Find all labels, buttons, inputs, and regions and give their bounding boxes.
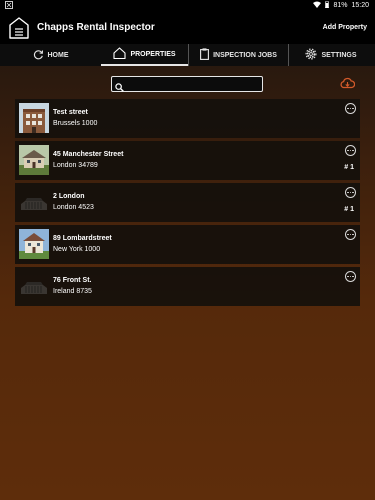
property-city: London 34789 bbox=[53, 162, 98, 169]
more-options-icon[interactable] bbox=[345, 145, 356, 156]
property-city: New York 1000 bbox=[53, 246, 101, 253]
battery-icon bbox=[325, 1, 330, 10]
tab-label: HOME bbox=[47, 51, 69, 59]
clock: 15:20 bbox=[351, 2, 369, 9]
property-row[interactable]: 76 Front St. Ireland 8735 bbox=[15, 267, 360, 306]
more-options-icon[interactable] bbox=[345, 103, 356, 114]
property-row[interactable]: 45 Manchester Street London 34789 # 1 bbox=[15, 141, 360, 180]
property-street: 45 Manchester Street bbox=[53, 151, 124, 158]
battery-percent: 81% bbox=[333, 2, 348, 9]
more-options-icon[interactable] bbox=[345, 271, 356, 282]
property-row[interactable]: 2 London London 4523 # 1 bbox=[15, 183, 360, 222]
property-thumbnail bbox=[19, 145, 49, 175]
app-bar: Chapps Rental Inspector Add Property bbox=[0, 12, 375, 44]
property-street: 76 Front St. bbox=[53, 277, 92, 284]
inspection-count: # 1 bbox=[344, 206, 354, 213]
property-thumbnail bbox=[19, 271, 49, 301]
tab-home[interactable]: HOME bbox=[0, 44, 101, 66]
clipboard-icon bbox=[200, 48, 210, 62]
property-row[interactable]: Test street Brussels 1000 bbox=[15, 99, 360, 138]
search-icon bbox=[115, 79, 124, 97]
property-city: London 4523 bbox=[53, 204, 94, 211]
status-bar: 81% 15:20 bbox=[0, 0, 375, 12]
search-input[interactable] bbox=[126, 78, 260, 92]
add-property-button[interactable]: Add Property bbox=[323, 24, 367, 31]
property-street: 2 London bbox=[53, 193, 85, 200]
property-row[interactable]: 89 Lombardstreet New York 1000 bbox=[15, 225, 360, 264]
house-icon bbox=[113, 47, 126, 61]
property-city: Brussels 1000 bbox=[53, 120, 98, 127]
inspection-count: # 1 bbox=[344, 164, 354, 171]
tab-inspection-jobs[interactable]: INSPECTION JOBS bbox=[188, 44, 289, 66]
tab-settings[interactable]: SETTINGS bbox=[287, 44, 375, 66]
gear-icon bbox=[305, 48, 317, 62]
property-thumbnail bbox=[19, 229, 49, 259]
property-thumbnail bbox=[19, 103, 49, 133]
tab-properties[interactable]: PROPERTIES bbox=[101, 44, 188, 66]
cloud-sync-icon[interactable] bbox=[340, 76, 356, 94]
tab-label: PROPERTIES bbox=[130, 50, 176, 58]
app-title: Chapps Rental Inspector bbox=[37, 22, 155, 33]
refresh-icon bbox=[33, 49, 44, 62]
app-logo-icon bbox=[9, 17, 29, 39]
property-street: Test street bbox=[53, 109, 88, 116]
tab-bar: HOME PROPERTIES INSPECTION JOBS SETTINGS bbox=[0, 44, 375, 66]
search-box[interactable] bbox=[111, 76, 263, 92]
more-options-icon[interactable] bbox=[345, 229, 356, 240]
tab-label: INSPECTION JOBS bbox=[213, 51, 277, 59]
more-options-icon[interactable] bbox=[345, 187, 356, 198]
property-list: Test street Brussels 1000 45 Manchester … bbox=[15, 99, 360, 309]
property-street: 89 Lombardstreet bbox=[53, 235, 112, 242]
wifi-icon bbox=[313, 1, 322, 10]
property-thumbnail bbox=[19, 187, 49, 217]
notification-icon bbox=[5, 1, 13, 11]
tab-label: SETTINGS bbox=[321, 51, 357, 59]
property-city: Ireland 8735 bbox=[53, 288, 92, 295]
